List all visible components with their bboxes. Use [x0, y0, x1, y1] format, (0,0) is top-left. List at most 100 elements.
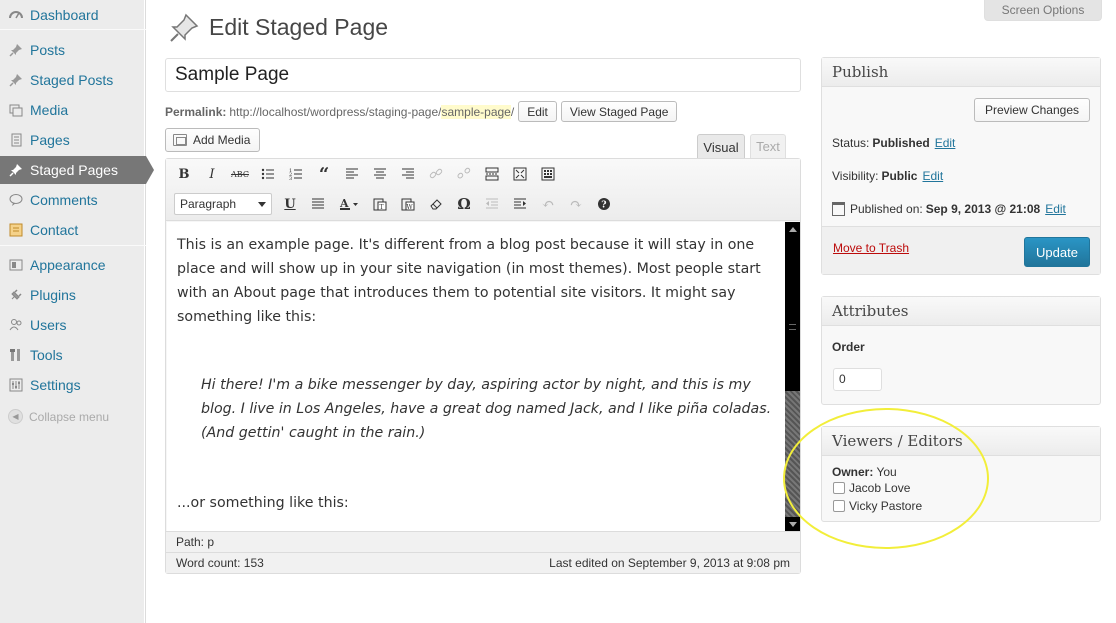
status-row: Status: Published Edit — [832, 136, 955, 150]
bullet-list-icon[interactable] — [258, 164, 278, 184]
menu-item-media[interactable]: Media — [0, 96, 146, 124]
grip-icon — [789, 324, 796, 330]
text-color-icon[interactable]: A — [336, 194, 362, 214]
menu-item-staged-posts[interactable]: Staged Posts — [0, 66, 146, 94]
underline-icon[interactable]: U — [280, 194, 300, 214]
editor-status-bar: Word count: 153 Last edited on September… — [166, 552, 800, 573]
indent-icon[interactable] — [510, 194, 530, 214]
published-label: Published on: — [850, 202, 923, 216]
align-right-icon[interactable] — [398, 164, 418, 184]
kitchen-sink-icon[interactable] — [538, 164, 558, 184]
undo-icon[interactable]: ↶ — [538, 194, 558, 214]
editor-scrollbar[interactable] — [785, 222, 800, 531]
scroll-up-button[interactable] — [785, 222, 800, 236]
link-icon[interactable] — [426, 164, 446, 184]
numbered-list-icon[interactable]: 123 — [286, 164, 306, 184]
owner-row: Owner: You — [832, 465, 897, 479]
editor-toolbar: B I ABC 123 “ Paragraph U A T W Ω ↶ ↷ ? — [166, 159, 800, 221]
menu-item-posts[interactable]: Posts — [0, 36, 146, 64]
edit-status-link[interactable]: Edit — [935, 136, 956, 150]
menu-item-appearance[interactable]: Appearance — [0, 251, 146, 279]
edit-visibility-link[interactable]: Edit — [922, 169, 943, 183]
menu-item-pages[interactable]: Pages — [0, 126, 146, 154]
permalink-slug[interactable]: sample-page — [441, 104, 511, 119]
collapse-menu-button[interactable]: ◀ Collapse menu — [8, 409, 109, 424]
media-icon — [8, 102, 24, 118]
outdent-icon[interactable] — [482, 194, 502, 214]
paste-word-icon[interactable]: W — [398, 194, 418, 214]
bold-icon[interactable]: B — [174, 164, 194, 184]
fullscreen-icon[interactable] — [510, 164, 530, 184]
svg-text:W: W — [407, 204, 414, 211]
attributes-box-title[interactable]: Attributes — [822, 297, 1100, 326]
editor-content[interactable]: This is an example page. It's different … — [167, 222, 785, 531]
paste-text-icon[interactable]: T — [370, 194, 390, 214]
tools-icon — [8, 347, 24, 363]
scroll-down-button[interactable] — [785, 517, 800, 531]
published-on-row: Published on: Sep 9, 2013 @ 21:08 Edit — [832, 202, 1066, 216]
order-label: Order — [832, 340, 865, 354]
user-checkbox[interactable] — [833, 500, 845, 512]
update-button[interactable]: Update — [1024, 237, 1090, 267]
menu-item-plugins[interactable]: Plugins — [0, 281, 146, 309]
contact-icon — [8, 222, 24, 238]
strikethrough-icon[interactable]: ABC — [230, 164, 250, 184]
comment-icon — [8, 192, 24, 208]
menu-label: Dashboard — [30, 7, 99, 23]
owner-value: You — [876, 465, 897, 479]
tab-visual[interactable]: Visual — [697, 134, 745, 160]
edit-date-link[interactable]: Edit — [1045, 202, 1066, 216]
align-left-icon[interactable] — [342, 164, 362, 184]
menu-item-contact[interactable]: Contact — [0, 216, 146, 244]
user-name: Vicky Pastore — [849, 499, 923, 513]
menu-label: Plugins — [30, 287, 76, 303]
user-name: Jacob Love — [849, 481, 911, 495]
more-tag-icon[interactable] — [482, 164, 502, 184]
help-icon[interactable]: ? — [594, 194, 614, 214]
menu-item-tools[interactable]: Tools — [0, 341, 146, 369]
user-row-jacob-love[interactable]: Jacob Love — [833, 481, 910, 495]
scrollbar-track[interactable] — [785, 391, 800, 517]
redo-icon[interactable]: ↷ — [566, 194, 586, 214]
post-title-input[interactable]: Sample Page — [165, 58, 801, 92]
scrollbar-thumb[interactable] — [785, 236, 800, 391]
italic-icon[interactable]: I — [202, 164, 222, 184]
order-input[interactable]: 0 — [833, 368, 882, 391]
user-checkbox[interactable] — [833, 482, 845, 494]
menu-item-dashboard[interactable]: Dashboard — [0, 1, 146, 29]
collapse-arrow-icon: ◀ — [8, 409, 23, 424]
menu-item-staged-pages[interactable]: Staged Pages — [0, 156, 154, 184]
publish-box-title[interactable]: Publish — [822, 58, 1100, 87]
move-to-trash-link[interactable]: Move to Trash — [833, 241, 909, 255]
menu-item-users[interactable]: Users — [0, 311, 146, 339]
preview-changes-button[interactable]: Preview Changes — [973, 98, 1090, 122]
content-paragraph: ...or something like this: — [177, 495, 349, 511]
menu-label: Posts — [30, 42, 66, 58]
add-media-button[interactable]: Add Media — [165, 128, 261, 152]
published-value: Sep 9, 2013 @ 21:08 — [925, 202, 1041, 216]
justify-icon[interactable] — [308, 194, 328, 214]
screen-options-button[interactable]: Screen Options — [984, 0, 1102, 21]
menu-label: Appearance — [30, 257, 106, 273]
pin-icon — [8, 42, 24, 58]
menu-label: Contact — [30, 222, 79, 238]
tab-text[interactable]: Text — [750, 134, 786, 158]
visibility-value: Public — [881, 169, 918, 183]
menu-label: Tools — [30, 347, 63, 363]
omega-icon[interactable]: Ω — [454, 194, 474, 214]
status-label: Status: — [832, 136, 870, 150]
edit-permalink-button[interactable]: Edit — [518, 101, 557, 122]
menu-item-comments[interactable]: Comments — [0, 186, 146, 214]
blockquote-icon[interactable]: “ — [314, 164, 334, 185]
format-select[interactable]: Paragraph — [174, 193, 272, 215]
align-center-icon[interactable] — [370, 164, 390, 184]
viewers-editors-box-title[interactable]: Viewers / Editors — [822, 427, 1100, 456]
eraser-icon[interactable] — [426, 194, 446, 214]
pin-icon — [8, 72, 24, 88]
content-blockquote: Hi there! I'm a bike messenger by day, a… — [201, 377, 772, 441]
user-row-vicky-pastore[interactable]: Vicky Pastore — [833, 499, 922, 513]
page-title: Edit Staged Page — [209, 14, 389, 40]
unlink-icon[interactable] — [454, 164, 474, 184]
view-staged-page-button[interactable]: View Staged Page — [560, 101, 678, 122]
menu-item-settings[interactable]: Settings — [0, 371, 146, 399]
